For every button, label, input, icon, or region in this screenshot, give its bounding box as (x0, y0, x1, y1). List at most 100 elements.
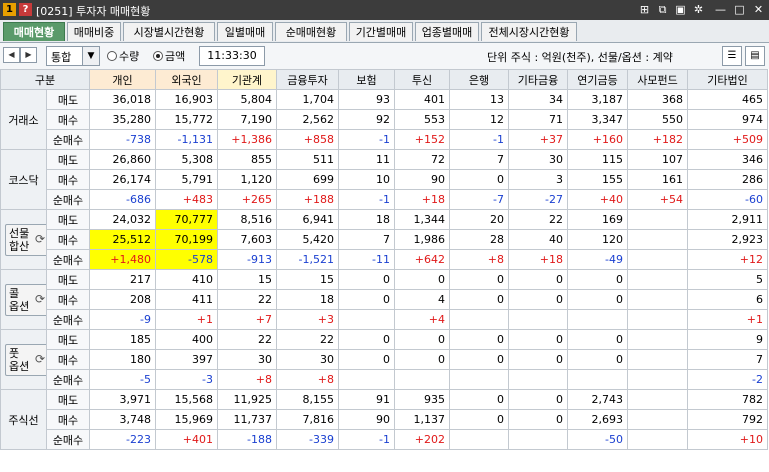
value-cell: 511 (276, 149, 339, 170)
tab-1[interactable]: 매매비중 (67, 22, 121, 41)
value-cell: 36,018 (89, 89, 156, 110)
radio-qty[interactable]: 수량 (107, 48, 139, 64)
market-select-value: 통합 (51, 51, 72, 64)
value-cell: 90 (338, 409, 395, 430)
value-cell: 0 (338, 349, 395, 370)
column-header[interactable]: 기타금융 (508, 69, 568, 90)
market-select[interactable]: 통합 ▼ (46, 46, 100, 66)
maximize-icon[interactable]: □ (733, 3, 746, 16)
column-header[interactable]: 보험 (338, 69, 395, 90)
value-cell: 7,190 (217, 109, 277, 130)
column-header[interactable]: 사모펀드 (627, 69, 688, 90)
market-group-label[interactable]: 콜 옵션 ⟳ (0, 269, 47, 330)
value-cell: 22 (276, 329, 339, 350)
column-header[interactable]: 금융투자 (276, 69, 339, 90)
value-cell: +182 (627, 129, 688, 150)
value-cell: +10 (687, 429, 768, 450)
tab-7[interactable]: 전체시장시간현황 (481, 22, 577, 41)
market-group-label[interactable]: 풋 옵션 ⟳ (0, 329, 47, 390)
value-cell: -1,521 (276, 249, 339, 270)
value-cell: 3,187 (567, 89, 628, 110)
tab-0[interactable]: 매매현황 (3, 22, 65, 41)
investor-trading-table: 구분 개인 외국인 기관계 금융투자 보험 투신 은행 기타금융 연기금등 사모펀드 기타법인 거래소… (0, 69, 768, 450)
column-header[interactable]: 투신 (394, 69, 450, 90)
column-header[interactable]: 은행 (449, 69, 509, 90)
row-label: 순매수 (46, 429, 90, 450)
prev-arrow-button[interactable]: ◀ (3, 47, 20, 63)
value-cell: 410 (155, 269, 218, 290)
market-group-button[interactable]: 풋 옵션 ⟳ (5, 343, 46, 376)
column-header[interactable]: 연기금등 (567, 69, 628, 90)
chevron-down-icon[interactable]: ▼ (82, 47, 99, 65)
market-group-button[interactable]: 선물 합산 ⟳ (5, 223, 46, 256)
value-cell: 11,925 (217, 389, 277, 410)
refresh-icon: ⟳ (34, 291, 45, 306)
value-cell: 15 (217, 269, 277, 290)
minimize-icon[interactable]: — (714, 3, 727, 16)
value-cell: +1 (687, 309, 768, 330)
table-row: 매수 25,512 70,199 7,603 5,420 7 1,986 28 40 120 2,9… (1, 229, 768, 250)
value-cell: +1,386 (217, 129, 277, 150)
radio-qty-dot[interactable] (107, 51, 117, 61)
value-cell: 208 (89, 289, 156, 310)
value-cell: +642 (394, 249, 450, 270)
row-label: 매도 (46, 329, 90, 350)
value-cell: 7 (449, 149, 509, 170)
next-arrow-button[interactable]: ▶ (20, 47, 37, 63)
value-cell: 4 (394, 289, 450, 310)
row-label: 매수 (46, 289, 90, 310)
radio-amount-dot[interactable] (153, 51, 163, 61)
value-cell: 0 (449, 409, 509, 430)
tab-4[interactable]: 순매매현황 (275, 22, 347, 41)
refresh-icon: ⟳ (34, 231, 45, 246)
column-header[interactable]: 외국인 (155, 69, 218, 90)
value-cell: 1,344 (394, 209, 450, 230)
value-cell: 7,603 (217, 229, 277, 250)
market-group-label: 코스닥 (0, 149, 47, 210)
value-cell: -1 (338, 189, 395, 210)
grid-view-icon[interactable]: ▤ (745, 46, 765, 66)
column-header[interactable]: 개인 (89, 69, 156, 90)
value-cell: 0 (508, 389, 568, 410)
column-header[interactable]: 기관계 (217, 69, 277, 90)
value-cell: 12 (449, 109, 509, 130)
value-cell: 10 (338, 169, 395, 190)
value-cell: 792 (687, 409, 768, 430)
value-cell: 553 (394, 109, 450, 130)
copy-icon[interactable]: ⧉ (656, 3, 669, 16)
row-label: 매도 (46, 389, 90, 410)
value-cell: 0 (508, 269, 568, 290)
gear-icon[interactable]: ✲ (692, 3, 705, 16)
value-cell (627, 229, 688, 250)
market-group-label[interactable]: 선물 합산 ⟳ (0, 209, 47, 270)
link-icon[interactable]: ⊞ (638, 3, 651, 16)
close-icon[interactable]: ✕ (752, 3, 765, 16)
value-cell: +40 (567, 189, 628, 210)
value-cell: +483 (155, 189, 218, 210)
camera-icon[interactable]: ▣ (674, 3, 687, 16)
tab-2[interactable]: 시장별시간현황 (123, 22, 215, 41)
help-badge[interactable]: ? (19, 3, 32, 16)
column-header[interactable]: 기타법인 (687, 69, 768, 90)
value-cell: 7 (338, 229, 395, 250)
time-field[interactable]: 11:33:30 (199, 46, 265, 66)
tab-bar: 매매현황 매매비중 시장별시간현황 일별매매 순매매현황 기간별매매 업종별매매 전체시장시간… (0, 20, 769, 43)
radio-amount[interactable]: 금액 (153, 48, 185, 64)
list-view-icon[interactable]: ☰ (722, 46, 742, 66)
table-row: 풋 옵션 ⟳ 매도 185 400 22 22 0 0 0 0 0 9 (0, 329, 768, 390)
value-cell: -27 (508, 189, 568, 210)
value-cell: 71 (508, 109, 568, 130)
tab-6[interactable]: 업종별매매 (415, 22, 479, 41)
market-group-button[interactable]: 콜 옵션 ⟳ (5, 283, 46, 316)
value-cell (627, 329, 688, 350)
value-cell: 1,986 (394, 229, 450, 250)
badge-1[interactable]: 1 (3, 3, 16, 16)
value-cell: 974 (687, 109, 768, 130)
tab-5[interactable]: 기간별매매 (349, 22, 413, 41)
column-header[interactable]: 구분 (0, 69, 90, 90)
tab-3[interactable]: 일별매매 (217, 22, 273, 41)
value-cell: 18 (338, 209, 395, 230)
table-row: 순매수 -686 +483 +265 +188 -1 +18 -7 -27 +40 +54 -60 (1, 189, 768, 210)
value-cell: 8,516 (217, 209, 277, 230)
value-cell: 40 (508, 229, 568, 250)
